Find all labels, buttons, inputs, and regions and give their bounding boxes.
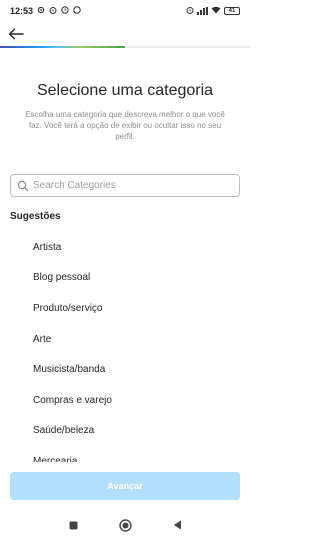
battery-icon: 41 [224, 7, 240, 15]
back-nav-button[interactable] [170, 518, 184, 532]
signal-icon [197, 7, 208, 15]
status-left: 12:53 [10, 6, 81, 16]
page-subtitle: Escolha uma categoria que descreva melho… [25, 110, 225, 141]
clock-icon [61, 6, 69, 16]
category-item-arte[interactable]: Arte [0, 324, 250, 355]
back-triangle-icon [173, 520, 181, 530]
system-nav-bar [0, 510, 250, 541]
home-button[interactable] [118, 518, 132, 532]
category-item-compras-varejo[interactable]: Compras e varejo [0, 385, 250, 416]
gear-icon [37, 6, 45, 16]
page-title: Selecione uma categoria [36, 82, 214, 99]
search-icon [17, 180, 29, 192]
whatsapp-icon [73, 6, 81, 16]
category-item-musicista-banda[interactable]: Musicista/banda [0, 354, 250, 385]
category-list[interactable]: Artista Blog pessoal Produto/serviço Art… [0, 232, 250, 464]
category-item-blog-pessoal[interactable]: Blog pessoal [0, 263, 250, 294]
back-button[interactable] [6, 24, 26, 44]
suggestions-heading: Sugestões [10, 211, 61, 222]
progress-fill [0, 46, 125, 48]
category-item-artista[interactable]: Artista [0, 232, 250, 263]
footer: Avançar [0, 462, 250, 510]
category-item-produto-servico[interactable]: Produto/serviço [0, 293, 250, 324]
status-right: 41 [186, 6, 240, 16]
home-circle-icon [118, 518, 132, 532]
recents-square-icon [69, 521, 77, 529]
status-time: 12:53 [10, 6, 34, 16]
wifi-icon [211, 6, 221, 16]
status-bar: 12:53 41 [0, 0, 250, 22]
arrow-left-icon [8, 28, 24, 40]
search-box[interactable] [10, 174, 240, 197]
progress-bar [0, 46, 250, 48]
category-item-saude-beleza[interactable]: Saúde/beleza [0, 416, 250, 447]
alarm-icon [49, 6, 57, 16]
advance-button[interactable]: Avançar [10, 472, 240, 500]
recents-button[interactable] [66, 518, 80, 532]
search-input[interactable] [33, 180, 223, 191]
top-nav [0, 22, 250, 46]
alarm-icon [186, 6, 194, 16]
